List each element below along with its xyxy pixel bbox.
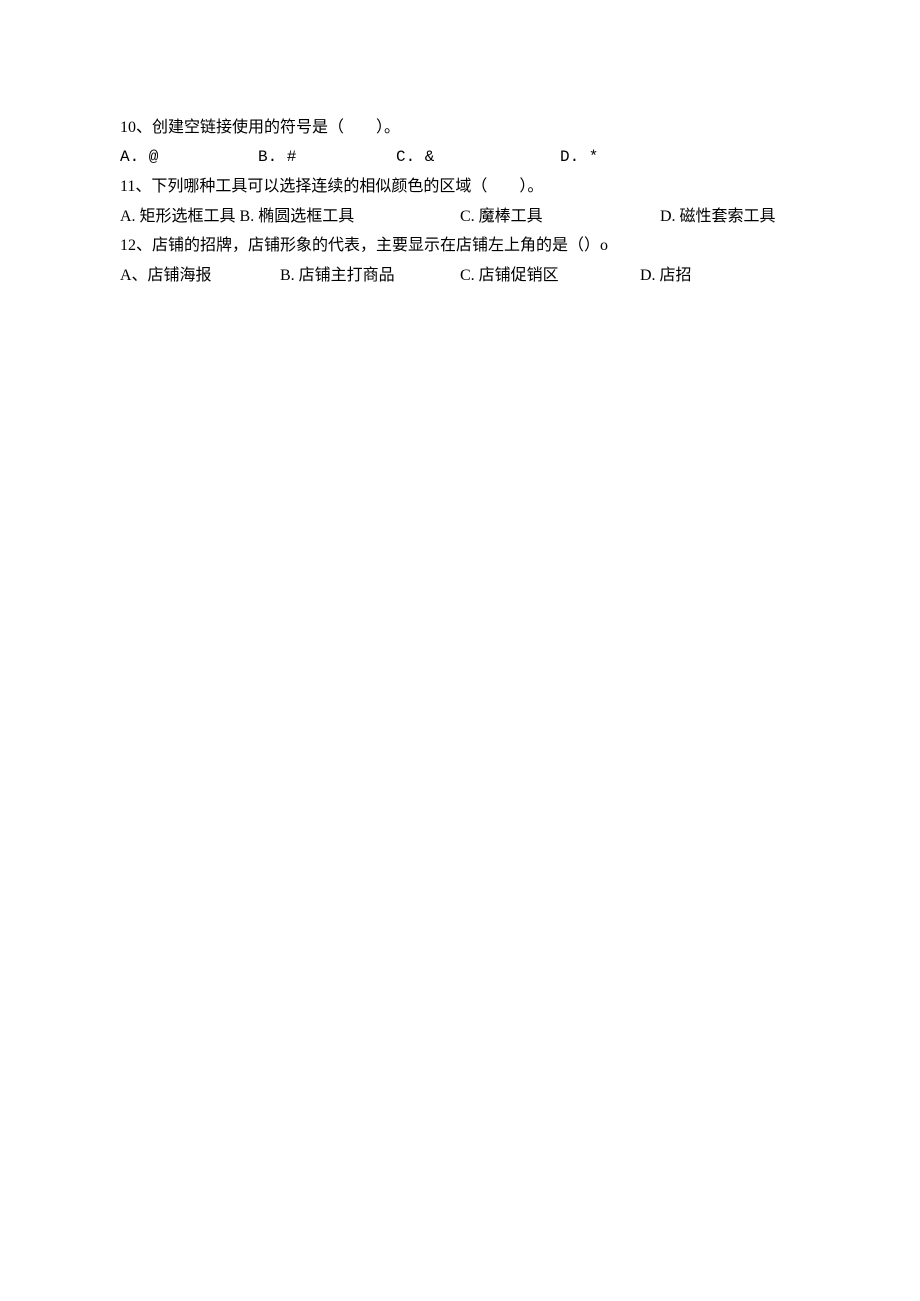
q12-option-a: A、店铺海报 <box>120 263 280 289</box>
question-12-options: A、店铺海报 B. 店铺主打商品 C. 店铺促销区 D. 店招 <box>120 263 920 289</box>
q12-option-d: D. 店招 <box>640 263 692 289</box>
question-10-options: A. @ B. # C. & D. * <box>120 145 920 171</box>
q11-option-d: D. 磁性套索工具 <box>660 204 776 230</box>
q11-text: 11、下列哪种工具可以选择连续的相似颜色的区域（ ）。 <box>120 174 543 200</box>
question-11-options: A. 矩形选框工具 B. 椭圆选框工具 C. 魔棒工具 D. 磁性套索工具 <box>120 204 920 230</box>
q12-option-b: B. 店铺主打商品 <box>280 263 460 289</box>
q10-option-c: C. & <box>396 145 560 171</box>
question-10-text: 10、创建空链接使用的符号是（ ）。 <box>120 115 920 141</box>
q11-option-ab: A. 矩形选框工具 B. 椭圆选框工具 <box>120 204 460 230</box>
q12-option-c: C. 店铺促销区 <box>460 263 640 289</box>
question-11-text: 11、下列哪种工具可以选择连续的相似颜色的区域（ ）。 <box>120 174 920 200</box>
q12-text: 12、店铺的招牌，店铺形象的代表，主要显示在店铺左上角的是（）o <box>120 233 608 259</box>
q11-option-c: C. 魔棒工具 <box>460 204 660 230</box>
q10-option-a: A. @ <box>120 145 258 171</box>
q10-option-d: D. * <box>560 145 598 171</box>
question-12-text: 12、店铺的招牌，店铺形象的代表，主要显示在店铺左上角的是（）o <box>120 233 920 259</box>
q10-option-b: B. # <box>258 145 396 171</box>
q10-text: 10、创建空链接使用的符号是（ ）。 <box>120 115 400 141</box>
